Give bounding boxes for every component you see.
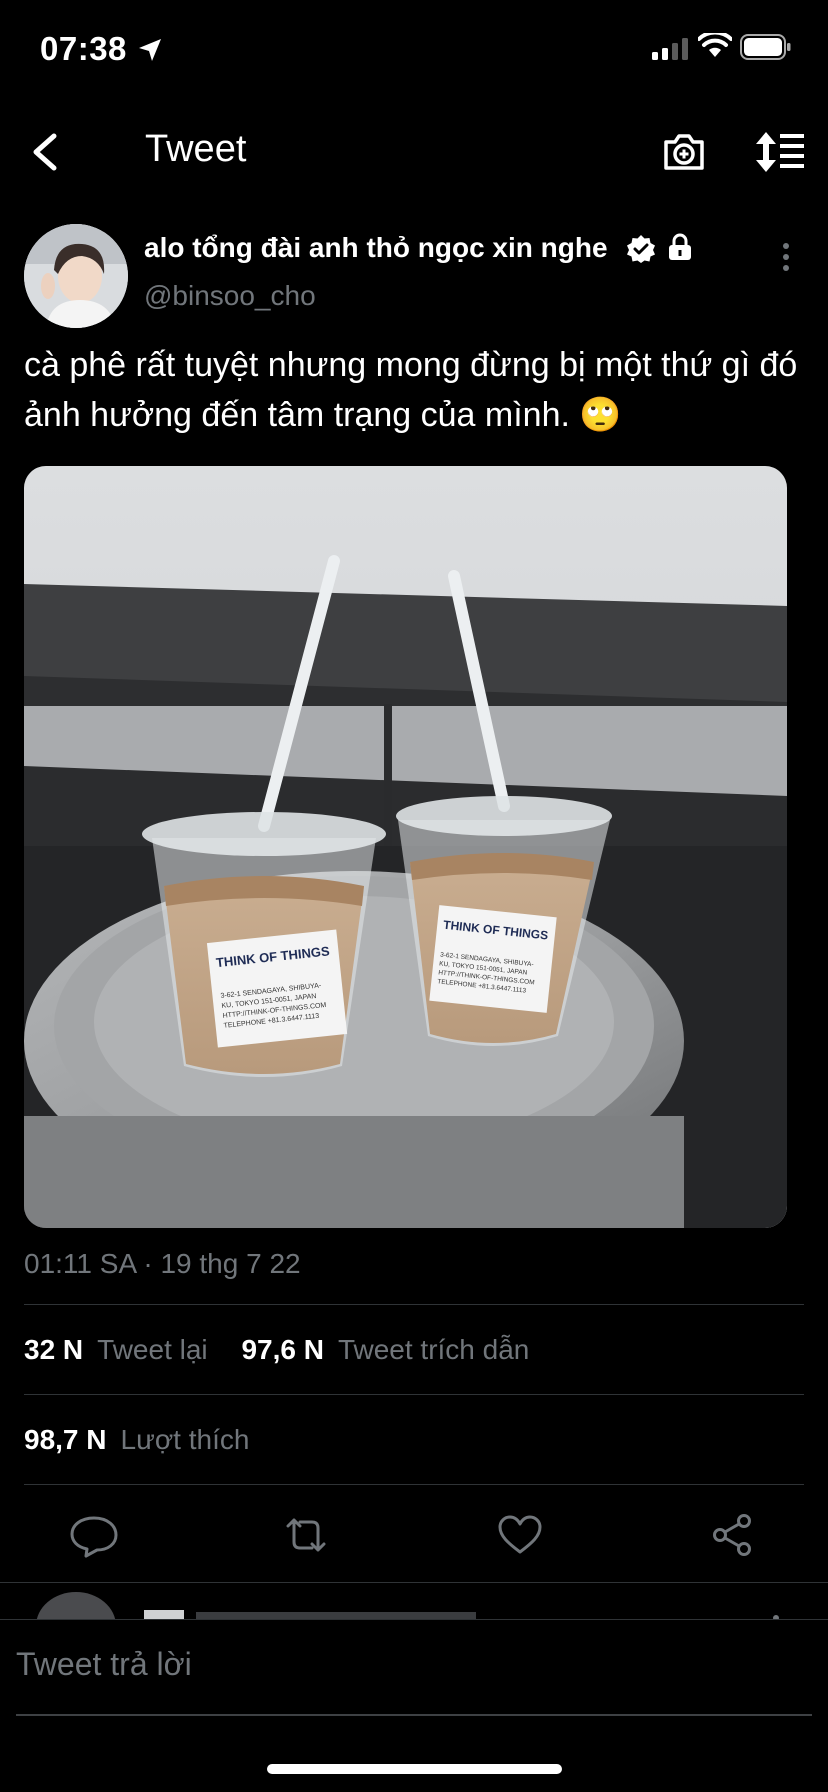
- avatar-image: [24, 224, 128, 328]
- location-arrow-icon: [139, 39, 161, 61]
- retweets-label: Tweet lại: [97, 1334, 208, 1365]
- like-icon[interactable]: [490, 1512, 550, 1558]
- handle[interactable]: @binsoo_cho: [144, 280, 316, 312]
- likes-label: Lượt thích: [120, 1424, 250, 1455]
- share-icon[interactable]: [704, 1512, 764, 1558]
- reply-avatar-peek: [36, 1592, 779, 1620]
- divider: [24, 1484, 804, 1485]
- avatar[interactable]: [24, 224, 128, 328]
- likes-count: 98,7 N: [24, 1424, 107, 1455]
- lock-icon: [669, 233, 691, 260]
- reply-input[interactable]: Tweet trả lời: [16, 1646, 192, 1683]
- stats-row-shares: 32 N Tweet lại 97,6 N Tweet trích dẫn: [24, 1334, 529, 1366]
- tweet-photo[interactable]: THINK OF THINGS 3-62-1 SENDAGAYA, SHIBUY…: [24, 466, 787, 1228]
- divider: [24, 1304, 804, 1305]
- quotes-label: Tweet trích dẫn: [337, 1334, 530, 1365]
- display-name[interactable]: alo tổng đài anh thỏ ngọc xin nghe: [144, 232, 608, 264]
- page-title: Tweet: [145, 128, 247, 170]
- back-button[interactable]: [24, 128, 68, 176]
- coffee-photo: THINK OF THINGS 3-62-1 SENDAGAYA, SHIBUY…: [24, 466, 787, 1228]
- tweet-text: cà phê rất tuyệt nhưng mong đừng bị một …: [24, 346, 798, 434]
- cellular-signal-icon: [652, 38, 688, 60]
- retweets-count: 32 N: [24, 1334, 84, 1365]
- more-options-icon[interactable]: [772, 240, 800, 274]
- likes-stat[interactable]: 98,7 N Lượt thích: [24, 1424, 249, 1456]
- status-time: 07:38: [40, 30, 127, 67]
- next-reply-peek[interactable]: [0, 1582, 828, 1620]
- sort-lines-icon[interactable]: [752, 128, 808, 176]
- quotes-count: 97,6 N: [241, 1334, 324, 1365]
- retweet-icon[interactable]: [276, 1512, 336, 1558]
- quote-stat[interactable]: 97,6 N Tweet trích dẫn: [241, 1334, 529, 1365]
- verified-icon: [627, 235, 655, 263]
- retweet-stat[interactable]: 32 N Tweet lại: [24, 1334, 215, 1365]
- battery-icon: [740, 34, 791, 60]
- reply-input-underline: [16, 1714, 812, 1716]
- divider: [24, 1394, 804, 1395]
- wifi-icon: [698, 33, 732, 57]
- home-indicator[interactable]: [267, 1764, 562, 1774]
- tweet-timestamp: 01:11 SA · 19 thg 7 22: [24, 1248, 301, 1279]
- reply-icon[interactable]: [64, 1512, 124, 1558]
- camera-plus-icon[interactable]: [660, 128, 708, 176]
